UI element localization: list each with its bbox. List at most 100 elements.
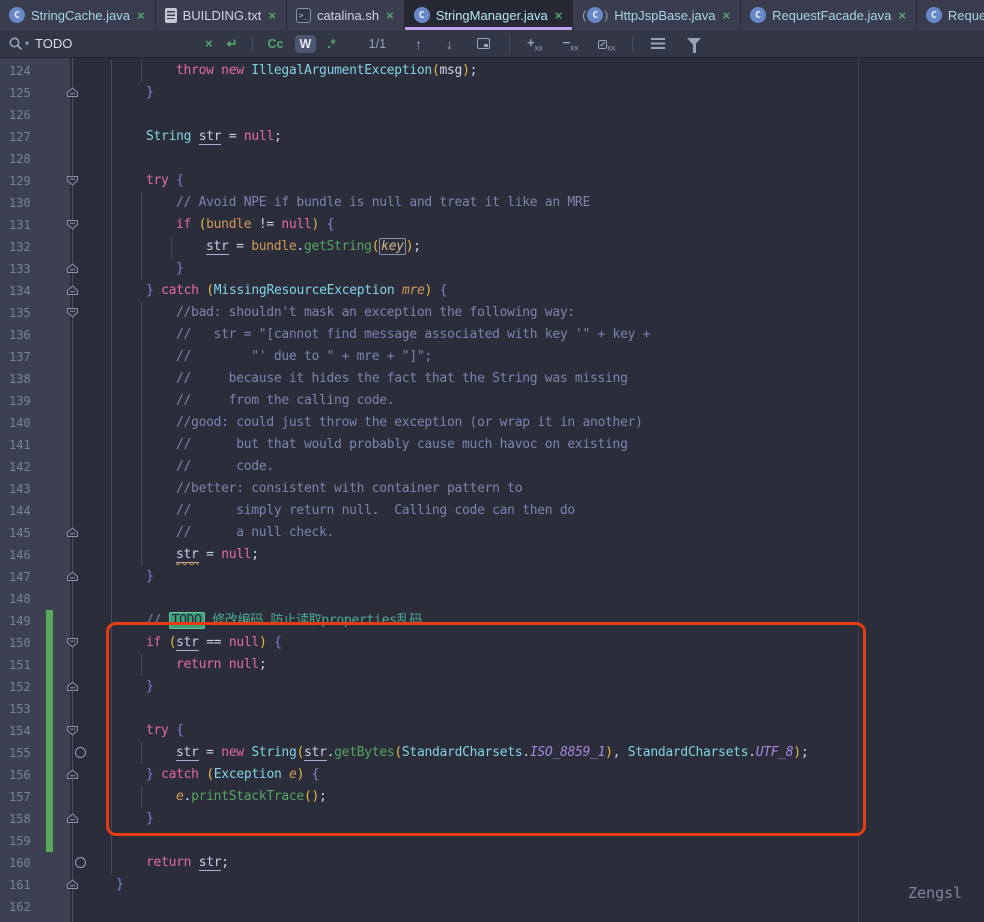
- code-text[interactable]: // but that would probably cause much ha…: [116, 434, 984, 456]
- tab-stringcache-java[interactable]: C StringCache.java ×: [0, 0, 156, 30]
- gutter-circle-icon[interactable]: [75, 747, 86, 758]
- vcs-change-bar[interactable]: [46, 830, 53, 852]
- fold-end-marker-icon[interactable]: [66, 878, 79, 891]
- code-text[interactable]: return str;: [116, 852, 984, 874]
- code-text[interactable]: try {: [116, 170, 984, 192]
- code-text[interactable]: //good: could just throw the exception (…: [116, 412, 984, 434]
- code-text[interactable]: // TODO 修改编码 防止读取properties乱码: [116, 610, 984, 632]
- code-text[interactable]: }: [116, 676, 984, 698]
- code-text[interactable]: } catch (MissingResourceException mre) {: [116, 280, 984, 302]
- fold-start-marker-icon[interactable]: [66, 306, 79, 319]
- tab-httpjspbase-java[interactable]: (C) HttpJspBase.java ×: [573, 0, 741, 30]
- fold-end-marker-icon[interactable]: [66, 680, 79, 693]
- code-text[interactable]: // str = "[cannot find message associate…: [116, 324, 984, 346]
- match-case-toggle[interactable]: Cc: [263, 35, 289, 53]
- code-text[interactable]: // "' due to " + mre + "]";: [116, 346, 984, 368]
- line-number: 149: [9, 610, 43, 632]
- vcs-change-bar[interactable]: [46, 676, 53, 698]
- vcs-change-bar[interactable]: [46, 610, 53, 632]
- code-line: 149 // TODO 修改编码 防止读取properties乱码: [0, 610, 984, 632]
- code-text[interactable]: String str = null;: [116, 126, 984, 148]
- clear-search-icon[interactable]: ×: [201, 36, 217, 51]
- find-in-selection-button[interactable]: [477, 38, 490, 49]
- tab-stringmanager-java[interactable]: C StringManager.java ×: [405, 0, 574, 30]
- line-number: 126: [9, 104, 43, 126]
- tab-requestfacade-java[interactable]: C RequestFacade.java ×: [741, 0, 917, 30]
- regex-toggle[interactable]: .*: [322, 35, 340, 53]
- search-icon[interactable]: ▾: [8, 36, 29, 52]
- fold-end-marker-icon[interactable]: [66, 262, 79, 275]
- code-text[interactable]: e.printStackTrace();: [116, 786, 984, 808]
- code-text[interactable]: }: [116, 258, 984, 280]
- next-match-button[interactable]: ↓: [437, 36, 462, 52]
- tab-request-java[interactable]: C Request.java ×: [917, 0, 984, 30]
- line-number: 143: [9, 478, 43, 500]
- vcs-change-bar[interactable]: [46, 654, 53, 676]
- vcs-change-bar[interactable]: [46, 764, 53, 786]
- code-text[interactable]: }: [116, 874, 984, 896]
- fold-start-marker-icon[interactable]: [66, 218, 79, 231]
- code-text[interactable]: if (bundle != null) {: [116, 214, 984, 236]
- code-text[interactable]: //bad: shouldn't mask an exception the f…: [116, 302, 984, 324]
- fold-end-marker-icon[interactable]: [66, 570, 79, 583]
- code-text[interactable]: } catch (Exception e) {: [116, 764, 984, 786]
- code-text[interactable]: //better: consistent with container patt…: [116, 478, 984, 500]
- vcs-change-bar[interactable]: [46, 632, 53, 654]
- close-tab-icon[interactable]: ×: [721, 8, 731, 23]
- vcs-change-bar[interactable]: [46, 808, 53, 830]
- vcs-change-bar[interactable]: [46, 742, 53, 764]
- code-line: 135//bad: shouldn't mask an exception th…: [0, 302, 984, 324]
- code-text[interactable]: }: [116, 808, 984, 830]
- fold-end-marker-icon[interactable]: [66, 768, 79, 781]
- fold-start-marker-icon[interactable]: [66, 636, 79, 649]
- line-number: 152: [9, 676, 43, 698]
- previous-match-button[interactable]: ↑: [406, 36, 431, 52]
- fold-start-marker-icon[interactable]: [66, 174, 79, 187]
- code-text[interactable]: throw new IllegalArgumentException(msg);: [116, 60, 984, 82]
- code-text[interactable]: // simply return null. Calling code can …: [116, 500, 984, 522]
- close-tab-icon[interactable]: ×: [136, 8, 146, 23]
- code-text[interactable]: // Avoid NPE if bundle is null and treat…: [116, 192, 984, 214]
- remove-occurrence-button[interactable]: −xx: [556, 35, 586, 53]
- close-tab-icon[interactable]: ×: [385, 8, 395, 23]
- fold-end-marker-icon[interactable]: [66, 86, 79, 99]
- vcs-change-bar[interactable]: [46, 786, 53, 808]
- close-tab-icon[interactable]: ×: [267, 8, 277, 23]
- code-line: 148: [0, 588, 984, 610]
- fold-end-marker-icon[interactable]: [66, 284, 79, 297]
- code-text[interactable]: return null;: [116, 654, 984, 676]
- vcs-change-bar[interactable]: [46, 720, 53, 742]
- vcs-change-bar[interactable]: [46, 698, 53, 720]
- code-text[interactable]: // because it hides the fact that the St…: [116, 368, 984, 390]
- code-line: 138// because it hides the fact that the…: [0, 368, 984, 390]
- code-text[interactable]: str = null;: [116, 544, 984, 566]
- code-text[interactable]: str = new String(str.getBytes(StandardCh…: [116, 742, 984, 764]
- code-text[interactable]: }: [116, 82, 984, 104]
- fold-start-marker-icon[interactable]: [66, 724, 79, 737]
- filter-search-results-icon[interactable]: [651, 38, 665, 49]
- code-text[interactable]: }: [116, 566, 984, 588]
- search-input[interactable]: [35, 36, 195, 51]
- add-occurrence-button[interactable]: +xx: [520, 35, 550, 53]
- newline-icon[interactable]: ↵: [223, 36, 242, 52]
- tab-catalina-sh[interactable]: >_ catalina.sh ×: [287, 0, 405, 30]
- fold-end-marker-icon[interactable]: [66, 812, 79, 825]
- line-number: 144: [9, 500, 43, 522]
- code-text[interactable]: str = bundle.getString(key);: [116, 236, 984, 258]
- search-history-chevron-icon[interactable]: ▾: [25, 39, 29, 48]
- words-toggle[interactable]: W: [295, 35, 317, 53]
- gutter-circle-icon[interactable]: [75, 857, 86, 868]
- code-text[interactable]: // from the calling code.: [116, 390, 984, 412]
- code-text[interactable]: if (str == null) {: [116, 632, 984, 654]
- code-line: 140//good: could just throw the exceptio…: [0, 412, 984, 434]
- filter-icon[interactable]: [687, 38, 701, 46]
- tab-building-txt[interactable]: BUILDING.txt ×: [156, 0, 287, 30]
- close-tab-icon[interactable]: ×: [554, 8, 564, 23]
- select-all-occurrences-button[interactable]: ✓xx: [591, 35, 622, 53]
- fold-end-marker-icon[interactable]: [66, 526, 79, 539]
- close-tab-icon[interactable]: ×: [897, 8, 907, 23]
- code-text[interactable]: // a null check.: [116, 522, 984, 544]
- code-text[interactable]: try {: [116, 720, 984, 742]
- code-editor[interactable]: 124throw new IllegalArgumentException(ms…: [0, 58, 984, 922]
- code-text[interactable]: // code.: [116, 456, 984, 478]
